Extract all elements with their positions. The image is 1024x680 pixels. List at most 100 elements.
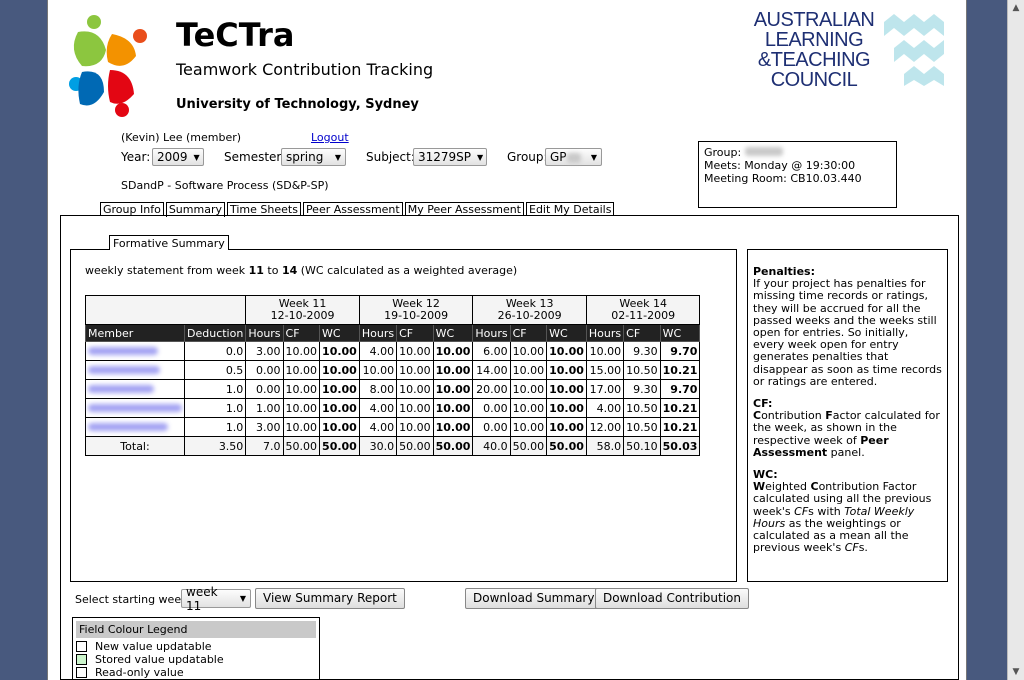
subject-select[interactable]: 31279SP ▼ xyxy=(413,148,487,166)
column-header: Hours xyxy=(358,324,398,342)
download-contribution-button[interactable]: Download Contribution xyxy=(595,588,749,609)
chevron-down-icon: ▼ xyxy=(590,152,597,162)
value-cell: 8.00 xyxy=(358,379,398,399)
year-label: Year: xyxy=(121,150,151,164)
vertical-scrollbar[interactable]: ▲ ▼ xyxy=(1007,0,1024,680)
tectra-logo xyxy=(60,10,160,120)
value-cell: 4.00 xyxy=(358,398,398,418)
meeting-time: Meets: Monday @ 19:30:00 xyxy=(704,159,856,172)
value-cell: 10.00 xyxy=(282,379,321,399)
value-cell: 10.00 xyxy=(509,417,548,437)
group-select[interactable]: GP ▼ xyxy=(545,148,602,166)
table-row: 0.0 3.00 10.00 10.00 4.00 10.00 10.00 6.00 10.00… xyxy=(85,341,701,361)
weekly-statement: weekly statement from week 11 to 14 (WC … xyxy=(85,264,518,277)
tab-edit-my-details[interactable]: Edit My Details xyxy=(526,202,615,216)
value-cell: 10.00 xyxy=(282,417,321,437)
value-cell: 50.00 xyxy=(546,436,587,456)
total-label: Total: xyxy=(85,436,185,456)
value-cell: 6.00 xyxy=(472,341,511,361)
column-header: WC xyxy=(432,324,474,342)
group-name: Group: xyxy=(704,146,891,159)
value-cell: 10.50 xyxy=(623,398,661,418)
deduction-cell: 1.0 xyxy=(183,417,247,437)
value-cell: 7.0 xyxy=(245,436,284,456)
logout-link[interactable]: Logout xyxy=(311,131,349,144)
value-cell: 10.00 xyxy=(432,379,474,399)
scroll-up-icon[interactable]: ▲ xyxy=(1008,0,1024,16)
column-header: Hours xyxy=(585,324,625,342)
value-cell: 10.50 xyxy=(623,360,661,380)
formative-summary-tab[interactable]: Formative Summary xyxy=(109,235,229,250)
value-cell: 12.00 xyxy=(585,417,625,437)
member-name xyxy=(85,379,185,399)
tab-time-sheets[interactable]: Time Sheets xyxy=(226,202,301,216)
value-cell: 10.00 xyxy=(358,360,398,380)
value-cell: 50.00 xyxy=(396,436,434,456)
year-value: 2009 xyxy=(157,150,188,164)
column-header-deduction: Deduction xyxy=(183,324,247,342)
week-header: Week 14 02-11-2009 xyxy=(585,295,701,325)
value-cell: 50.00 xyxy=(282,436,321,456)
legend-item: New value updatable xyxy=(73,640,319,653)
value-cell: 10.00 xyxy=(319,398,360,418)
start-week-select[interactable]: week 11 ▼ xyxy=(181,585,251,613)
view-summary-report-button[interactable]: View Summary Report xyxy=(255,588,405,609)
council-logo: AUSTRALIAN LEARNING &TEACHING COUNCIL xyxy=(734,8,962,96)
value-cell: 50.10 xyxy=(623,436,661,456)
value-cell: 3.00 xyxy=(245,417,284,437)
group-value: GP xyxy=(550,150,581,164)
value-cell: 50.00 xyxy=(509,436,548,456)
deduction-cell: 3.50 xyxy=(183,436,247,456)
value-cell: 10.00 xyxy=(546,341,587,361)
chevron-down-icon: ▼ xyxy=(193,152,200,162)
value-cell: 9.30 xyxy=(623,341,661,361)
group-label: Group: xyxy=(507,150,548,164)
week-header: Week 11 12-10-2009 xyxy=(245,295,360,325)
column-header: WC xyxy=(546,324,587,342)
meeting-room: Meeting Room: CB10.03.440 xyxy=(704,172,862,185)
start-week-value: week 11 xyxy=(186,584,218,613)
member-name xyxy=(85,341,185,361)
value-cell: 10.00 xyxy=(282,398,321,418)
value-cell: 9.70 xyxy=(659,379,701,399)
value-cell: 17.00 xyxy=(585,379,625,399)
download-summary-button[interactable]: Download Summary xyxy=(465,588,603,609)
scroll-down-icon[interactable]: ▼ xyxy=(1008,664,1024,680)
value-cell: 10.00 xyxy=(319,360,360,380)
tab-group-info[interactable]: Group Info xyxy=(100,202,164,216)
value-cell: 9.70 xyxy=(659,341,701,361)
value-cell: 20.00 xyxy=(472,379,511,399)
value-cell: 10.00 xyxy=(509,360,548,380)
wc-help: WC: Weighted Contribution Factor calculat… xyxy=(753,468,932,555)
value-cell: 10.00 xyxy=(282,360,321,380)
value-cell: 50.00 xyxy=(319,436,360,456)
value-cell: 10.00 xyxy=(585,341,625,361)
swatch-icon xyxy=(76,667,87,678)
tab-my-peer-assessment[interactable]: My Peer Assessment xyxy=(404,202,524,216)
legend-title: Field Colour Legend xyxy=(76,621,316,638)
semester-value: spring xyxy=(286,150,324,164)
table-row: 1.0 3.00 10.00 10.00 4.00 10.00 10.00 0.00 10.00… xyxy=(85,417,701,437)
column-header: WC xyxy=(659,324,701,342)
summary-table: Week 11 12-10-2009 Week 12 19-10-2009 Week… xyxy=(84,295,701,456)
table-row: 0.5 0.00 10.00 10.00 10.00 10.00 10.00 14.00 10.… xyxy=(85,360,701,380)
value-cell: 10.00 xyxy=(396,379,434,399)
value-cell: 10.00 xyxy=(319,417,360,437)
value-cell: 10.00 xyxy=(432,398,474,418)
value-cell: 4.00 xyxy=(358,417,398,437)
value-cell: 10.00 xyxy=(546,360,587,380)
value-cell: 10.00 xyxy=(319,379,360,399)
semester-select[interactable]: spring ▼ xyxy=(281,148,346,166)
value-cell: 0.00 xyxy=(472,398,511,418)
week-header: Week 12 19-10-2009 xyxy=(358,295,474,325)
value-cell: 10.00 xyxy=(546,379,587,399)
year-select[interactable]: 2009 ▼ xyxy=(152,148,204,166)
table-row: 1.0 1.00 10.00 10.00 4.00 10.00 10.00 0.00 10.00… xyxy=(85,398,701,418)
app-title: TeCTra xyxy=(176,16,295,54)
member-name xyxy=(85,398,185,418)
subject-value: 31279SP xyxy=(418,150,472,164)
legend-item: Read-only value xyxy=(73,666,319,679)
member-name xyxy=(85,360,185,380)
chevron-down-icon: ▼ xyxy=(239,594,246,603)
tab-peer-assessment[interactable]: Peer Assessment xyxy=(302,202,403,216)
